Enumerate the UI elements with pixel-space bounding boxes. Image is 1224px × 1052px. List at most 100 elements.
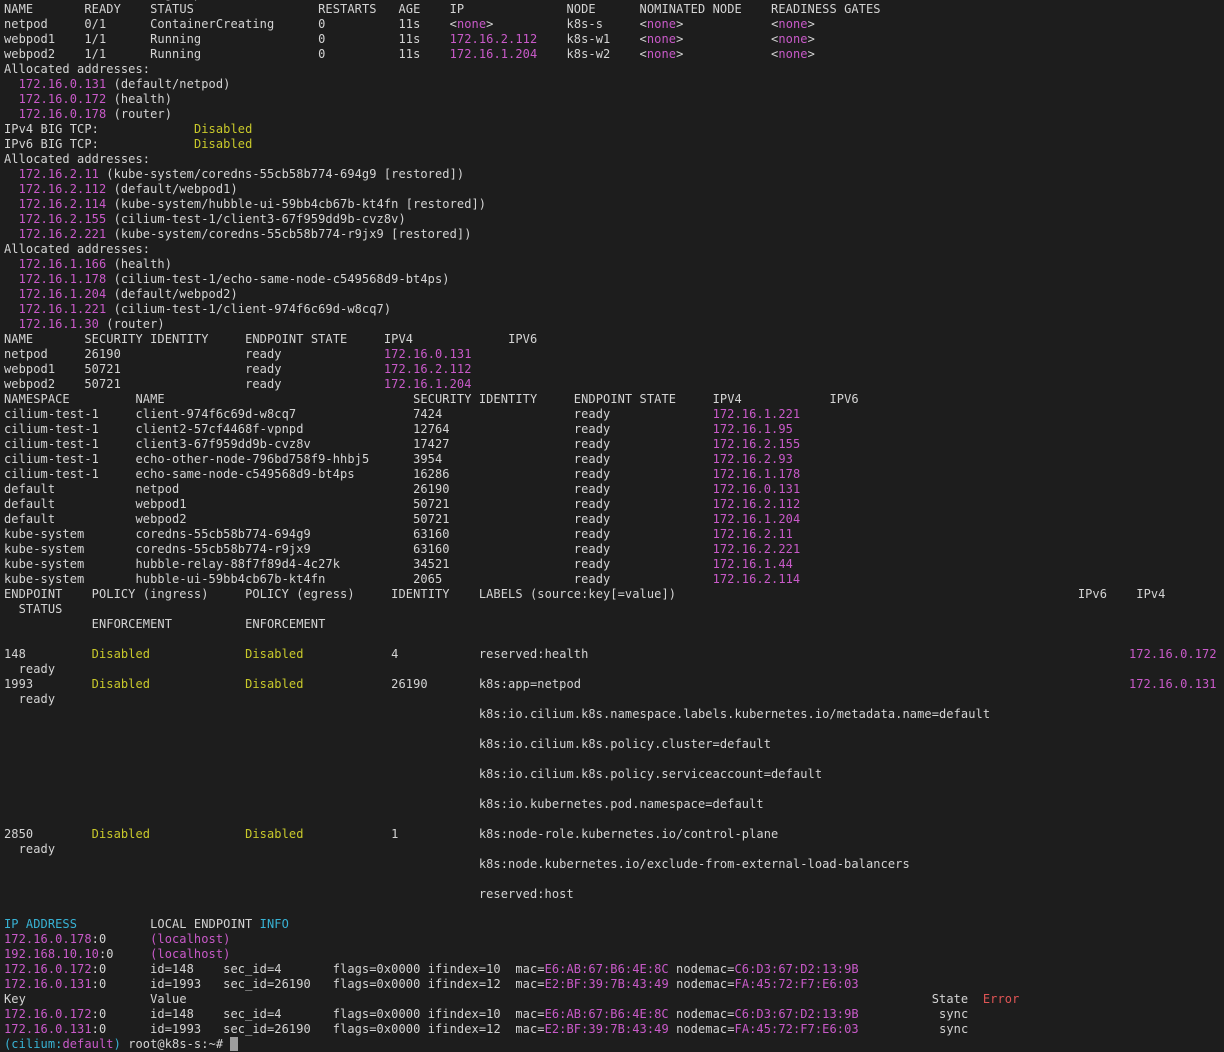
text-segment: id=148 <box>150 1007 194 1021</box>
spacer <box>4 287 19 301</box>
spacer <box>106 977 150 991</box>
text-segment: ready <box>574 437 611 451</box>
ipv4-big-tcp-status: IPv4 BIG TCP: Disabled <box>4 122 1217 137</box>
spacer <box>442 572 573 586</box>
text-segment: ready <box>574 512 611 526</box>
text-segment: 12764 <box>413 422 450 436</box>
blank-line <box>4 722 1217 737</box>
spacer <box>464 2 566 16</box>
text-segment: id=1993 <box>150 1022 201 1036</box>
blank-line <box>4 632 1217 647</box>
spacer <box>311 1022 333 1036</box>
text-segment: (router) <box>99 317 165 331</box>
text-segment: k8s:io.cilium.k8s.namespace.labels.kuber… <box>479 707 990 721</box>
text-segment: sec_id=26190 <box>223 977 311 991</box>
text-segment: 26190 <box>413 482 450 496</box>
spacer <box>4 302 19 316</box>
text-segment: default <box>62 1037 113 1051</box>
spacer <box>428 677 479 691</box>
text-segment: 63160 <box>413 527 450 541</box>
text-segment: 172.16.2.93 <box>713 452 793 466</box>
text-segment: k8s:app=netpod <box>479 677 581 691</box>
cep-table-row: kube-system coredns-55cb58b774-694g9 631… <box>4 527 1217 542</box>
text-segment: kube-system <box>4 542 84 556</box>
spacer <box>4 272 19 286</box>
text-segment: mac= <box>515 977 544 991</box>
text-segment: 11s <box>398 17 420 31</box>
text-segment: STATUS <box>150 2 194 16</box>
spacer <box>355 467 413 481</box>
text-segment: hubble-ui-59bb4cb67b-kt4fn <box>136 572 326 586</box>
text-segment: 148 <box>4 647 26 661</box>
text-segment: none <box>778 17 807 31</box>
text-segment: ready <box>245 377 282 391</box>
spacer <box>4 692 19 706</box>
spacer <box>968 992 983 1006</box>
spacer <box>84 572 135 586</box>
text-segment: netpod <box>4 347 48 361</box>
text-segment: (localhost) <box>150 947 230 961</box>
text-segment: cilium-test-1 <box>4 422 99 436</box>
text-segment: sync <box>939 1022 968 1036</box>
text-segment: E2:BF:39:7B:43:49 <box>545 977 669 991</box>
spacer <box>4 167 19 181</box>
text-segment: k8s:node.kubernetes.io/exclude-from-exte… <box>479 857 910 871</box>
spacer <box>4 317 19 331</box>
terminal[interactable]: root@k8s-s:~# kubectl get pod -o wideNAM… <box>4 0 1217 1052</box>
spacer <box>282 377 384 391</box>
ipcache-row: 172.16.0.178:0 (localhost) <box>4 932 1217 947</box>
endpoint-list-header: ENDPOINT POLICY (ingress) POLICY (egress… <box>4 587 1217 602</box>
text-segment: 172.16.0.172 <box>4 1007 92 1021</box>
spacer <box>121 347 245 361</box>
text-segment: 172.16.2.112 <box>713 497 801 511</box>
spacer <box>209 587 246 601</box>
spacer <box>99 422 136 436</box>
spacer <box>442 452 573 466</box>
text-segment: root@k8s-s:~# kubectl get pod -o wide <box>4 0 274 1</box>
text-segment: (cilium-test-1/client-974f6c69d-w8cq7) <box>106 302 391 316</box>
text-segment: 172.16.2.221 <box>713 542 801 556</box>
ipv6-big-tcp-status: IPv6 BIG TCP: Disabled <box>4 137 1217 152</box>
spacer <box>610 482 712 496</box>
endpoint-list-header-enforcement: ENFORCEMENT ENFORCEMENT <box>4 617 1217 632</box>
spacer <box>201 47 318 61</box>
spacer <box>84 542 135 556</box>
text-segment: 172.16.2.114 <box>19 197 107 211</box>
text-segment: IDENTITY <box>391 587 449 601</box>
text-segment: IPV4 <box>384 332 413 346</box>
allocated-address: 172.16.1.178 (cilium-test-1/echo-same-no… <box>4 272 1217 287</box>
spacer <box>4 887 479 901</box>
allocated-address: 172.16.2.112 (default/webpod1) <box>4 182 1217 197</box>
spacer <box>355 587 392 601</box>
spacer <box>859 1007 939 1021</box>
text-segment: READY <box>84 2 121 16</box>
allocated-addresses-heading: Allocated addresses: <box>4 62 1217 77</box>
spacer <box>26 992 150 1006</box>
text-segment: 172.16.1.204 <box>19 287 107 301</box>
spacer <box>99 407 136 421</box>
text-segment: IP <box>450 2 465 16</box>
text-segment: < <box>640 47 647 61</box>
text-segment: ready <box>574 482 611 496</box>
text-segment: 172.16.2.221 <box>19 227 107 241</box>
spacer <box>106 32 150 46</box>
endpoint-row-148: 148 Disabled Disabled 4 reserved:health … <box>4 647 1217 662</box>
text-segment: POLICY (egress) <box>245 587 355 601</box>
spacer <box>4 737 479 751</box>
cep-table-row: cilium-test-1 echo-same-node-c549568d9-b… <box>4 467 1217 482</box>
spacer <box>106 932 150 946</box>
text-segment: ready <box>574 527 611 541</box>
text-segment: LABELS (source:key[=value]) <box>479 587 676 601</box>
text-segment: ifindex=12 <box>428 1022 501 1036</box>
text-segment: cilium-test-1 <box>4 452 99 466</box>
text-segment: webpod1 <box>4 362 55 376</box>
text-segment: (health) <box>106 92 172 106</box>
endpoint-row-1993: 1993 Disabled Disabled 26190 k8s:app=net… <box>4 677 1217 692</box>
text-segment: mac= <box>515 1022 544 1036</box>
spacer <box>311 977 333 991</box>
text-segment: ifindex=10 <box>428 1007 501 1021</box>
text-segment: 172.16.0.178 <box>4 932 92 946</box>
ipcache-row: 172.16.0.131:0 id=1993 sec_id=26190 flag… <box>4 977 1217 992</box>
text-segment: kube-system <box>4 572 84 586</box>
text-segment: hubble-relay-88f7f89d4-4c27k <box>136 557 341 571</box>
